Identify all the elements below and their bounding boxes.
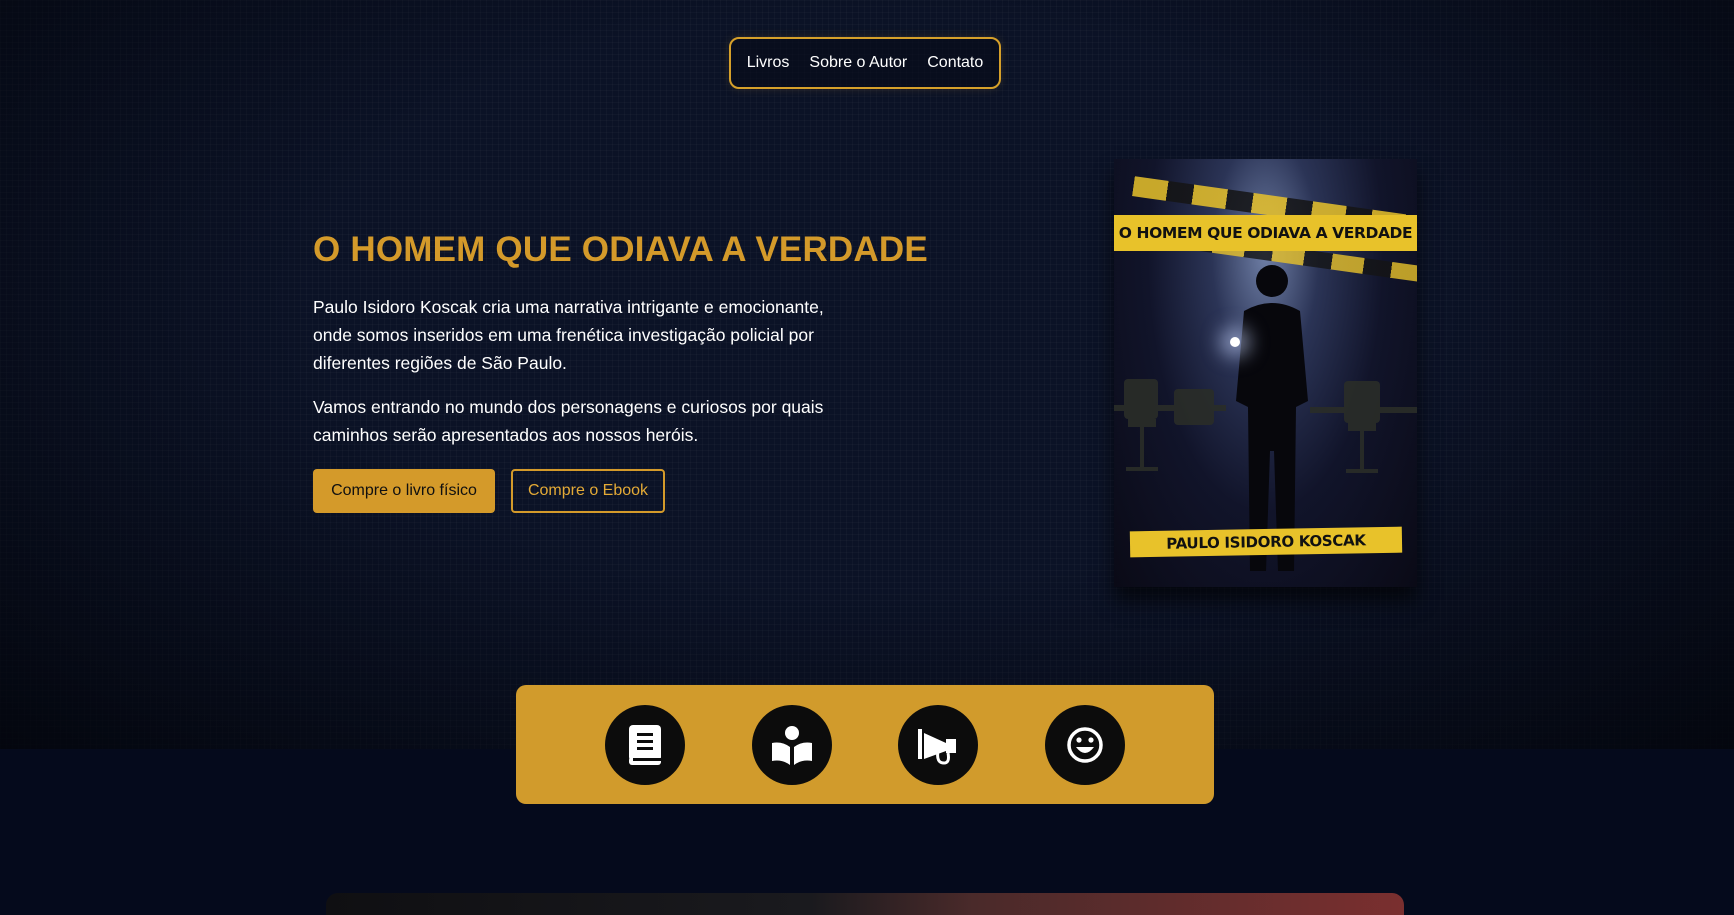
buy-ebook-button[interactable]: Compre o Ebook [511,469,665,513]
next-section-preview [326,893,1404,915]
nav-item-contato[interactable]: Contato [927,54,983,72]
cover-title: O HOMEM QUE ODIAVA A VERDADE [1114,215,1417,251]
reader-icon[interactable] [751,704,832,785]
cover-flashlight [1230,337,1240,347]
smile-icon[interactable] [1044,704,1125,785]
hero-paragraph-2: Vamos entrando no mundo dos personagens … [313,397,824,445]
nav-item-livros[interactable]: Livros [747,54,790,72]
book-icon[interactable] [605,704,686,785]
feature-icon-bar [516,685,1214,804]
buy-physical-book-button[interactable]: Compre o livro físico [313,469,495,513]
hero-paragraph-1: Paulo Isidoro Koscak cria uma narrativa … [313,297,824,373]
megaphone-icon[interactable] [898,704,979,785]
cover-author: PAULO ISIDORO KOSCAK [1129,526,1403,558]
hero-title: O HOMEM QUE ODIAVA A VERDADE [313,230,928,269]
main-nav: Livros Sobre o Autor Contato [729,37,1001,89]
hero-section [0,0,1734,749]
nav-item-sobre-o-autor[interactable]: Sobre o Autor [809,54,907,72]
cover-chairs [1114,379,1417,473]
book-cover: O HOMEM QUE ODIAVA A VERDADE PAULO ISIDO… [1114,159,1417,587]
